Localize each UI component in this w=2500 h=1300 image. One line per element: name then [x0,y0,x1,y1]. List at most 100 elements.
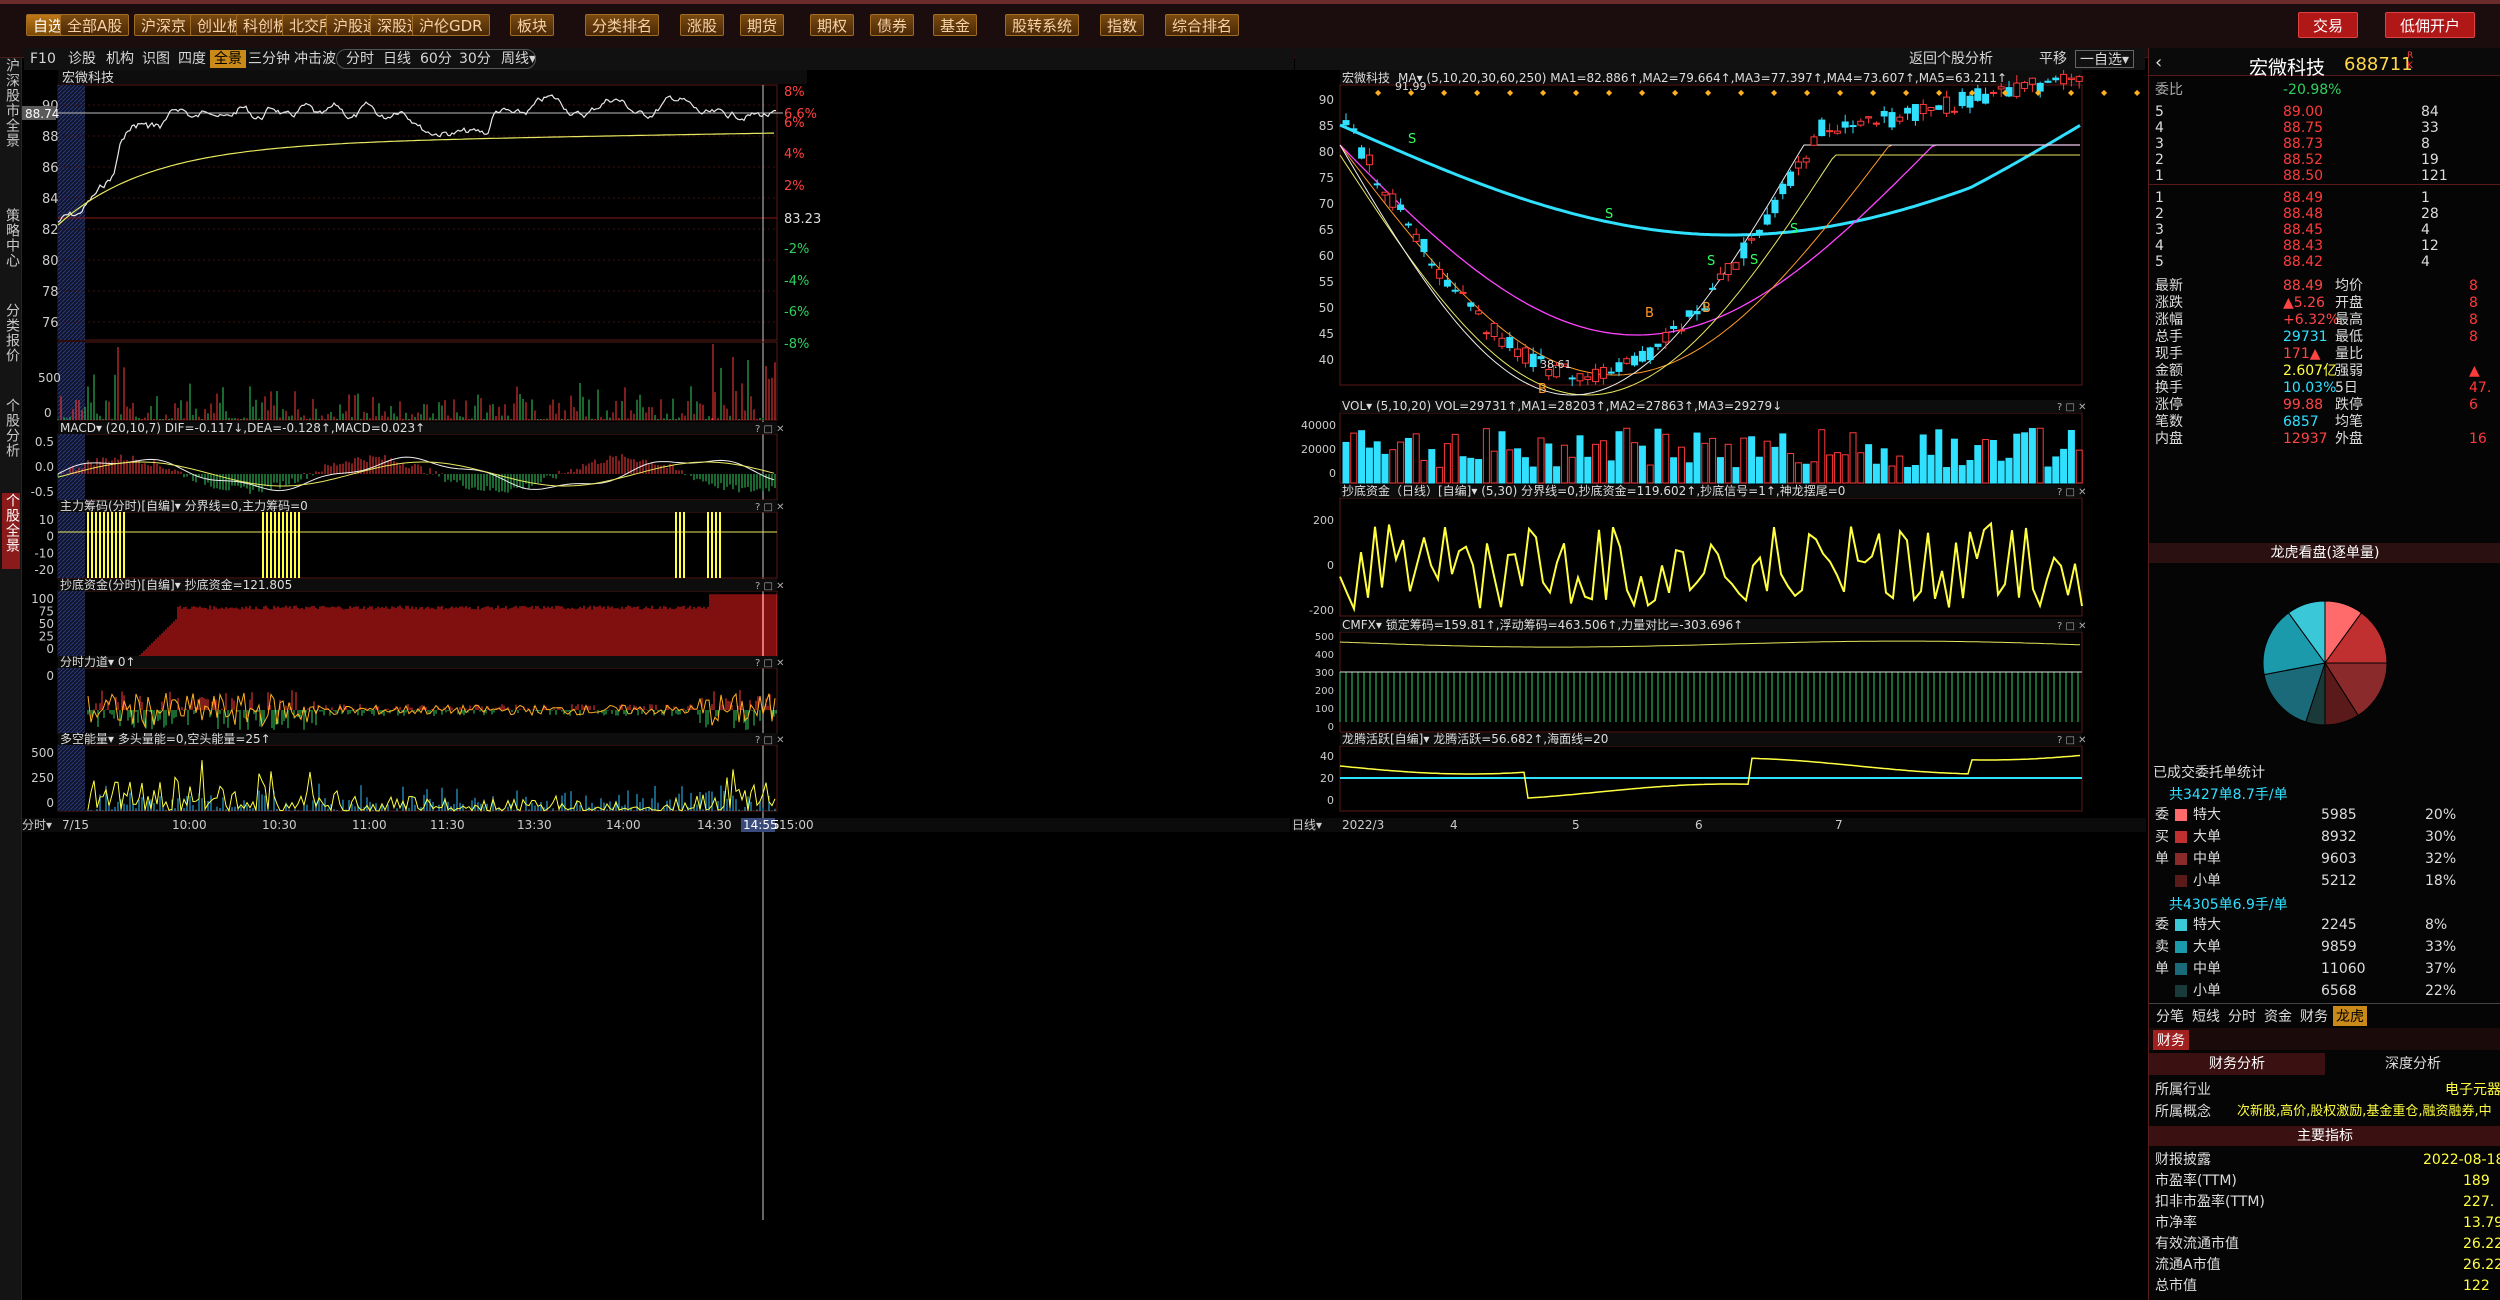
top-btn-16[interactable]: 股转系统 [1005,14,1080,36]
quote-tab-2[interactable]: 分时 [2225,1006,2259,1026]
time-label: 11:00 [352,818,387,832]
subtool-3[interactable]: 识图 [138,50,174,68]
concept-row: 所属概念 次新股,高价,股权激励,基金重仓,融资融券,中 [2155,1104,2492,1120]
top-btn-2[interactable]: 沪深京 [134,14,194,36]
kline-candle [1670,326,1678,329]
fin-row: 总市值 122 [2153,1276,2500,1296]
subtool-0[interactable]: F10 [26,50,60,68]
daily-vol-bar [1381,453,1389,484]
daily-vol-bar [1904,466,1912,484]
left-vertical-tabs: 沪深股市全景 策略中心 分类报价 个股分析 个股全景 [0,58,22,1300]
kline-tick: 85 [1319,119,1334,133]
cmfx-label: CMFX▾ 锁定筹码=159.81↑,浮动筹码=463.506↑,力量对比=-3… [1342,617,1743,632]
top-btn-17[interactable]: 指数 [1100,14,1145,36]
signal-diamond: ◆ [1936,88,1943,97]
quote-tab-3[interactable]: 资金 [2261,1006,2295,1026]
fin-tab[interactable]: 财务 [2153,1030,2189,1050]
signal-diamond: ◆ [1903,88,1910,97]
daily-vol-bar [1615,431,1623,484]
trade-button[interactable]: 交易 [2298,12,2359,38]
price-tick: 88 [42,130,59,145]
ask-price: 88.50 [2283,168,2324,184]
bid-volume: 4 [2421,254,2430,270]
fin-row: 流通A市值 26.22 [2153,1255,2500,1275]
daily-vol-bar [1420,459,1428,484]
kline-tick: 70 [1319,197,1334,211]
panel-window-buttons: ? □ ✕ [755,502,785,513]
intraday-zhuli-panel-label: 主力筹码(分时)[自编]▾ 分界线=0,主力筹码=0 [60,498,308,513]
fin-subtabs: 财务分析 深度分析 [2149,1053,2500,1075]
deep-analysis-tab[interactable]: 深度分析 [2325,1053,2500,1075]
top-btn-1[interactable]: 全部A股 [60,14,130,36]
subtool-7[interactable]: 冲击波 [290,50,340,68]
signal-diamond: ◆ [2068,88,2075,97]
pan-button[interactable]: 平移 [2035,50,2071,68]
top-btn-18[interactable]: 综合排名 [1165,14,1240,36]
intraday-duokong-panel-tick: 0 [46,796,54,810]
back-to-analysis-button[interactable]: 返回个股分析 [1905,50,1997,68]
watchlist-dropdown[interactable]: 一自选▾ [2075,50,2135,68]
top-btn-9[interactable]: 板块 [510,14,555,36]
quote-tab-5[interactable]: 龙虎 [2333,1006,2367,1026]
time-label: 14:00 [606,818,641,832]
kline-candle [1763,214,1771,225]
panel-window-buttons: ? □ ✕ [2057,735,2087,746]
tab-stock-analysis[interactable]: 个股分析 [2,398,20,474]
daily-vol-bar [1342,441,1350,484]
daily-vol-bar [1818,429,1826,484]
subtool-2[interactable]: 机构 [102,50,138,68]
order-size-swatch [2175,809,2187,821]
kline-candle [1615,362,1623,372]
subtool-4[interactable]: 四度 [174,50,210,68]
sell-total: 共4305单6.9手/单 [2169,897,2288,913]
cmfx-tick: 400 [1315,650,1334,661]
tab-category-quotes[interactable]: 分类报价 [2,303,20,379]
subtool-6[interactable]: 三分钟 [244,50,294,68]
subtool-1[interactable]: 诊股 [64,50,100,68]
quote-tab-1[interactable]: 短线 [2189,1006,2223,1026]
kline-candle [1982,93,1990,104]
kline-candle [1810,136,1818,146]
tab-stock-panorama[interactable]: 个股全景 [2,493,20,569]
daily-vol-bar [1646,464,1654,484]
intraday-chart-area[interactable]: 宏微科技90888684828078768%6.6%6%4%2%-2%-4%-6… [22,70,1290,1300]
top-btn-12[interactable]: 期货 [740,14,785,36]
fin-analysis-tab[interactable]: 财务分析 [2149,1053,2325,1075]
signal-diamond: ◆ [1639,88,1646,97]
kline-candle [1709,287,1717,290]
daily-vol-bar [2028,428,2036,484]
daily-vol-bar [1833,452,1841,484]
signal-diamond: ◆ [1408,88,1415,97]
top-btn-14[interactable]: 债券 [870,14,915,36]
top-btn-15[interactable]: 基金 [933,14,978,36]
quote-tab-0[interactable]: 分笔 [2153,1006,2187,1026]
daily-vol-bar [2060,448,2068,484]
tab-strategy-center[interactable]: 策略中心 [2,208,20,284]
top-btn-8[interactable]: 沪伦GDR [412,14,490,36]
intraday-lidao-panel-label: 分时力道▾ 0↑ [60,655,136,669]
daily-vol-bar [1482,428,1490,484]
top-btn-13[interactable]: 期权 [810,14,855,36]
top-btn-10[interactable]: 分类排名 [585,14,660,36]
period-group [336,49,536,69]
rk-badge: RK [2407,51,2414,71]
daily-vol-bar [1919,434,1927,484]
pct-tick: 8% [784,85,805,100]
daily-vol-bar [2044,466,2052,484]
top-btn-11[interactable]: 涨股 [680,14,725,36]
subtool-5[interactable]: 全景 [210,50,246,68]
chaodi-tick: -200 [1309,604,1334,617]
daily-vol-bar [1654,428,1662,484]
kline-candle [1365,154,1373,166]
kline-candle [1638,350,1646,362]
back-chevron-icon[interactable]: ‹ [2155,52,2162,73]
quote-tab-4[interactable]: 财务 [2297,1006,2331,1026]
tab-market-overview[interactable]: 沪深股市全景 [2,58,20,176]
fin-value: 227. [2463,1194,2495,1210]
open-account-button[interactable]: 低佣开户 [2385,12,2476,38]
panel-window-buttons: ? □ ✕ [755,424,785,435]
stock-name: 宏微科技 [2249,57,2326,79]
daily-kline-area[interactable]: 宏微科技 MA▾ (5,10,20,30,60,250) MA1=82.886↑,… [1292,70,2146,1300]
kline-candle [1872,122,1880,125]
daily-vol-bar [1740,437,1748,484]
